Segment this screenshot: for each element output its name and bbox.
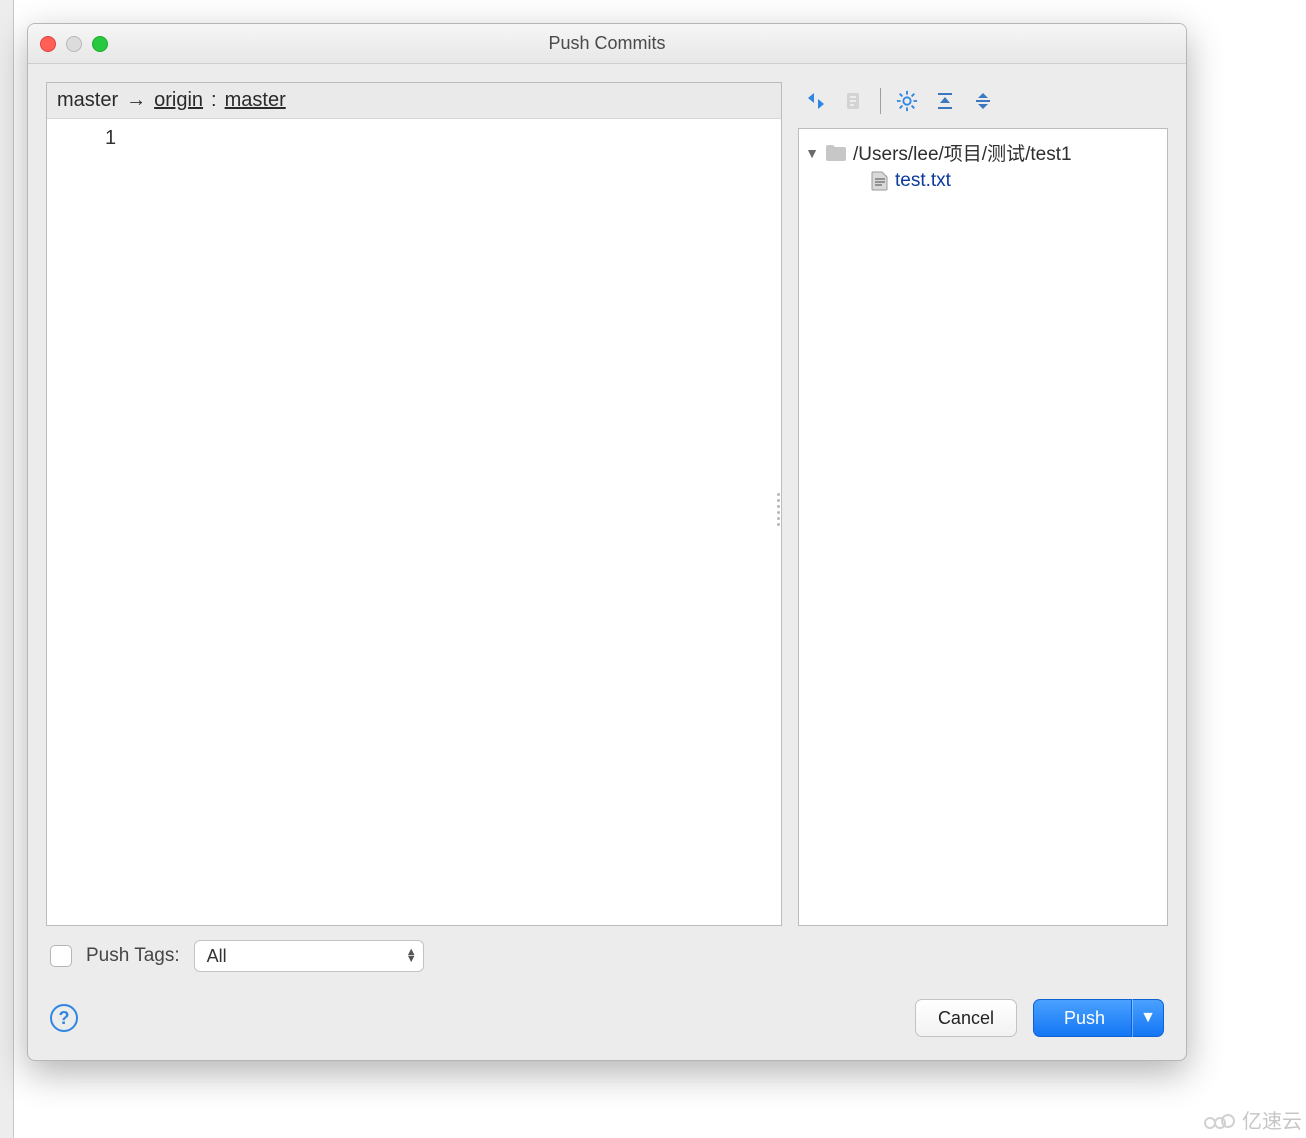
changed-files-tree[interactable]: ▼ /Users/lee/项目/测试/test1 test.txt: [798, 128, 1168, 926]
tree-folder-row[interactable]: ▼ /Users/lee/项目/测试/test1: [805, 137, 1161, 168]
window-controls: [40, 36, 108, 52]
cancel-button[interactable]: Cancel: [915, 999, 1017, 1037]
chevron-down-icon: ▼: [1140, 1009, 1156, 1027]
push-tags-select[interactable]: All ▲▼: [194, 940, 424, 972]
commits-panel: master → origin : master 1: [46, 82, 782, 926]
changes-toolbar: [798, 82, 1168, 120]
collapse-all-icon[interactable]: [969, 87, 997, 115]
tree-file-row[interactable]: test.txt: [805, 168, 1161, 194]
tree-file-name: test.txt: [895, 170, 951, 192]
push-button-group: Push ▼: [1033, 999, 1164, 1037]
show-diff-icon[interactable]: [802, 87, 830, 115]
push-tags-label: Push Tags:: [86, 945, 180, 967]
splitter-handle[interactable]: [774, 484, 782, 534]
push-button[interactable]: Push: [1033, 999, 1132, 1037]
commit-item[interactable]: 1: [47, 125, 781, 152]
expand-all-icon[interactable]: [931, 87, 959, 115]
parent-window-edge: [0, 0, 14, 1138]
push-dropdown-toggle[interactable]: ▼: [1132, 999, 1164, 1037]
toolbar-separator: [880, 88, 881, 114]
branch-separator: :: [211, 89, 217, 112]
folder-icon: [825, 144, 847, 162]
dialog-content: master → origin : master 1: [28, 64, 1186, 926]
remote-name-link[interactable]: origin: [154, 89, 203, 112]
action-row: ? Cancel Push ▼: [28, 986, 1186, 1050]
remote-branch-link[interactable]: master: [225, 89, 286, 112]
watermark-text: 亿速云: [1242, 1105, 1302, 1134]
push-tags-selected-value: All: [207, 946, 227, 967]
disclosure-triangle-icon[interactable]: ▼: [805, 145, 819, 161]
close-window-button[interactable]: [40, 36, 56, 52]
minimize-window-button: [66, 36, 82, 52]
arrow-right-icon: →: [126, 89, 146, 112]
settings-gear-icon[interactable]: [893, 87, 921, 115]
local-branch-label: master: [57, 89, 118, 112]
titlebar: Push Commits: [28, 24, 1186, 64]
watermark: 亿速云: [1202, 1105, 1302, 1134]
tree-folder-path: /Users/lee/项目/测试/test1: [853, 139, 1072, 166]
push-commits-dialog: Push Commits master → origin : master 1: [27, 23, 1187, 1061]
zoom-window-button[interactable]: [92, 36, 108, 52]
revert-icon: [840, 87, 868, 115]
window-title: Push Commits: [28, 33, 1186, 54]
help-button[interactable]: ?: [50, 1004, 78, 1032]
changes-panel: ▼ /Users/lee/项目/测试/test1 test.txt: [798, 82, 1168, 926]
commits-list[interactable]: 1: [47, 119, 781, 925]
branch-tracking-row[interactable]: master → origin : master: [47, 83, 781, 119]
options-row: Push Tags: All ▲▼: [28, 926, 1186, 986]
select-stepper-icon: ▲▼: [406, 949, 417, 963]
text-file-icon: [871, 171, 889, 191]
push-tags-checkbox[interactable]: [50, 945, 72, 967]
